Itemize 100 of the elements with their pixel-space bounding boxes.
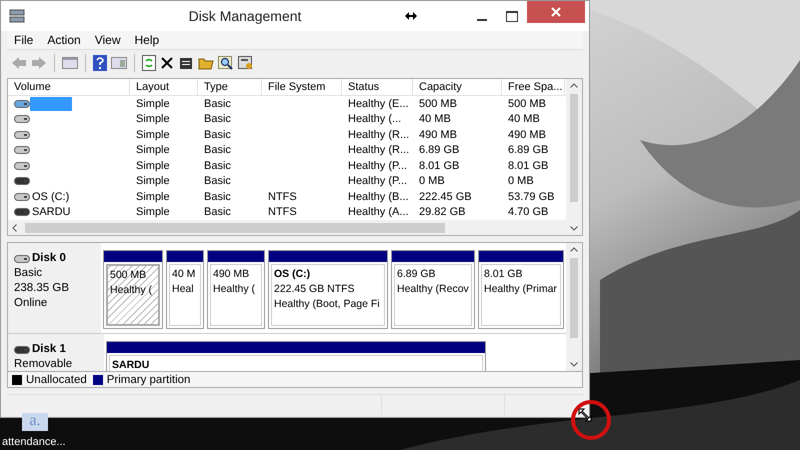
column-header[interactable]: Status: [342, 79, 413, 95]
scroll-down-icon[interactable]: [570, 226, 578, 231]
table-cell: 53.79 GB: [508, 190, 554, 203]
column-header[interactable]: Free Spa...: [502, 79, 565, 95]
table-cell: Simple: [136, 128, 170, 141]
vertical-scrollbar[interactable]: [566, 243, 582, 371]
drive-icon: [14, 130, 30, 139]
vertical-scrollbar[interactable]: [566, 79, 582, 235]
table-cell: 40 MB: [419, 113, 451, 126]
column-header[interactable]: File System: [262, 79, 342, 95]
table-cell: Basic: [204, 98, 231, 110]
menu-item[interactable]: Help: [128, 33, 166, 47]
drive-icon: [14, 100, 30, 108]
resize-cursor-icon: [578, 408, 592, 422]
partition-info: Healthy (Recov: [397, 282, 469, 297]
table-cell: Simple: [136, 98, 170, 110]
menu-item[interactable]: View: [88, 33, 128, 47]
table-cell: Healthy (B...: [348, 190, 409, 203]
disk-info: Removable: [14, 357, 74, 371]
close-button[interactable]: [527, 1, 585, 23]
partition[interactable]: 6.89 GB Healthy (Recov: [391, 250, 475, 329]
table-cell: Basic: [204, 144, 231, 156]
column-header[interactable]: Type: [198, 79, 262, 95]
table-cell: NTFS: [268, 190, 297, 203]
table-cell: 490 MB: [508, 128, 546, 141]
partition-info: Healthy (Boot, Page Fi: [274, 297, 381, 312]
partition-bar: [167, 251, 203, 262]
desktop-icon-label[interactable]: attendance...: [2, 436, 66, 448]
table-cell: 6.89 GB: [508, 144, 548, 156]
column-header[interactable]: Layout: [130, 79, 198, 95]
table-cell: Healthy (P...: [348, 175, 408, 188]
window-title: Disk Management: [188, 8, 302, 24]
close-icon: [551, 7, 561, 17]
scroll-up-icon[interactable]: [570, 247, 578, 252]
scroll-up-icon[interactable]: [570, 83, 578, 88]
horizontal-scrollbar[interactable]: [8, 220, 566, 235]
table-cell: 0 MB: [419, 175, 445, 188]
search-icon[interactable]: [218, 56, 234, 70]
drive-icon: [14, 162, 30, 170]
drive-icon: [14, 192, 30, 201]
panel-icon[interactable]: [111, 56, 127, 70]
partition-info: 8.01 GB: [484, 267, 524, 282]
table-cell: 0 MB: [508, 175, 534, 188]
partition-bar: [104, 251, 162, 262]
partition-info: Healthy (: [213, 282, 256, 297]
properties-icon[interactable]: [178, 56, 194, 70]
partition[interactable]: OS (C:) 222.45 GB NTFS Healthy (Boot, Page Fi: [268, 250, 388, 329]
app-icon: [9, 8, 25, 24]
table-cell: Basic: [204, 175, 231, 188]
table-cell: Healthy (R...: [348, 144, 410, 156]
drive-icon: [14, 146, 30, 154]
drive-icon: [14, 346, 30, 354]
partition[interactable]: 490 MB Healthy (: [207, 250, 265, 329]
partition-info: Healthy (: [110, 283, 154, 298]
table-cell: 8.01 GB: [419, 160, 460, 172]
refresh-icon[interactable]: [142, 55, 156, 71]
drive-icon: [14, 208, 30, 216]
table-cell: Basic: [204, 160, 231, 172]
panel-icon[interactable]: [62, 56, 78, 70]
table-cell: Simple: [136, 160, 170, 172]
partition[interactable]: SARDU: [106, 341, 486, 371]
partition[interactable]: 500 MB Healthy (: [103, 250, 163, 329]
partition-name: OS (C:): [274, 267, 312, 282]
settings-icon[interactable]: [238, 56, 254, 70]
disk-name: Disk 0: [32, 251, 66, 266]
disk-info: Basic: [14, 266, 44, 281]
folder-icon[interactable]: [198, 56, 214, 70]
table-cell: 29.82 GB: [419, 206, 466, 218]
column-header[interactable]: Volume: [8, 79, 130, 95]
partition-info: 222.45 GB NTFS: [274, 282, 356, 297]
partition-info: 6.89 GB: [397, 267, 437, 282]
partition-name: SARDU: [112, 358, 150, 371]
scroll-down-icon[interactable]: [570, 362, 578, 367]
table-cell: 4.70 GB: [508, 206, 548, 218]
scroll-left-icon[interactable]: [12, 224, 17, 232]
table-cell: Basic: [204, 190, 231, 203]
help-icon[interactable]: [93, 55, 107, 71]
menu-item[interactable]: File: [7, 33, 40, 47]
table-cell: 8.01 GB: [508, 160, 548, 172]
table-cell: Healthy (A...: [348, 206, 409, 218]
disk-label-panel[interactable]: Disk 0 Basic 238.35 GB Online: [8, 243, 101, 333]
partition[interactable]: 8.01 GB Healthy (Primar: [478, 250, 564, 329]
table-cell: Basic: [204, 206, 231, 218]
table-cell: Healthy (P...: [348, 160, 408, 172]
drive-icon: [14, 254, 30, 262]
table-cell: Healthy (E...: [348, 98, 409, 110]
table-cell: NTFS: [268, 206, 297, 218]
minimize-icon: [477, 19, 487, 21]
selected-volume-highlight[interactable]: [30, 96, 72, 111]
table-cell: 500 MB: [508, 98, 546, 110]
partition[interactable]: 40 M Heal: [166, 250, 204, 329]
delete-icon[interactable]: [160, 56, 174, 70]
table-cell: 490 MB: [419, 128, 457, 141]
disk-label-panel[interactable]: Disk 1 Removable: [8, 334, 104, 371]
table-cell: Simple: [136, 144, 170, 156]
table-cell: Simple: [136, 175, 170, 188]
table-cell: Healthy (...: [348, 113, 402, 126]
menu-item[interactable]: Action: [40, 33, 88, 47]
disk-info: Online: [14, 296, 48, 311]
column-header[interactable]: Capacity: [413, 79, 502, 95]
